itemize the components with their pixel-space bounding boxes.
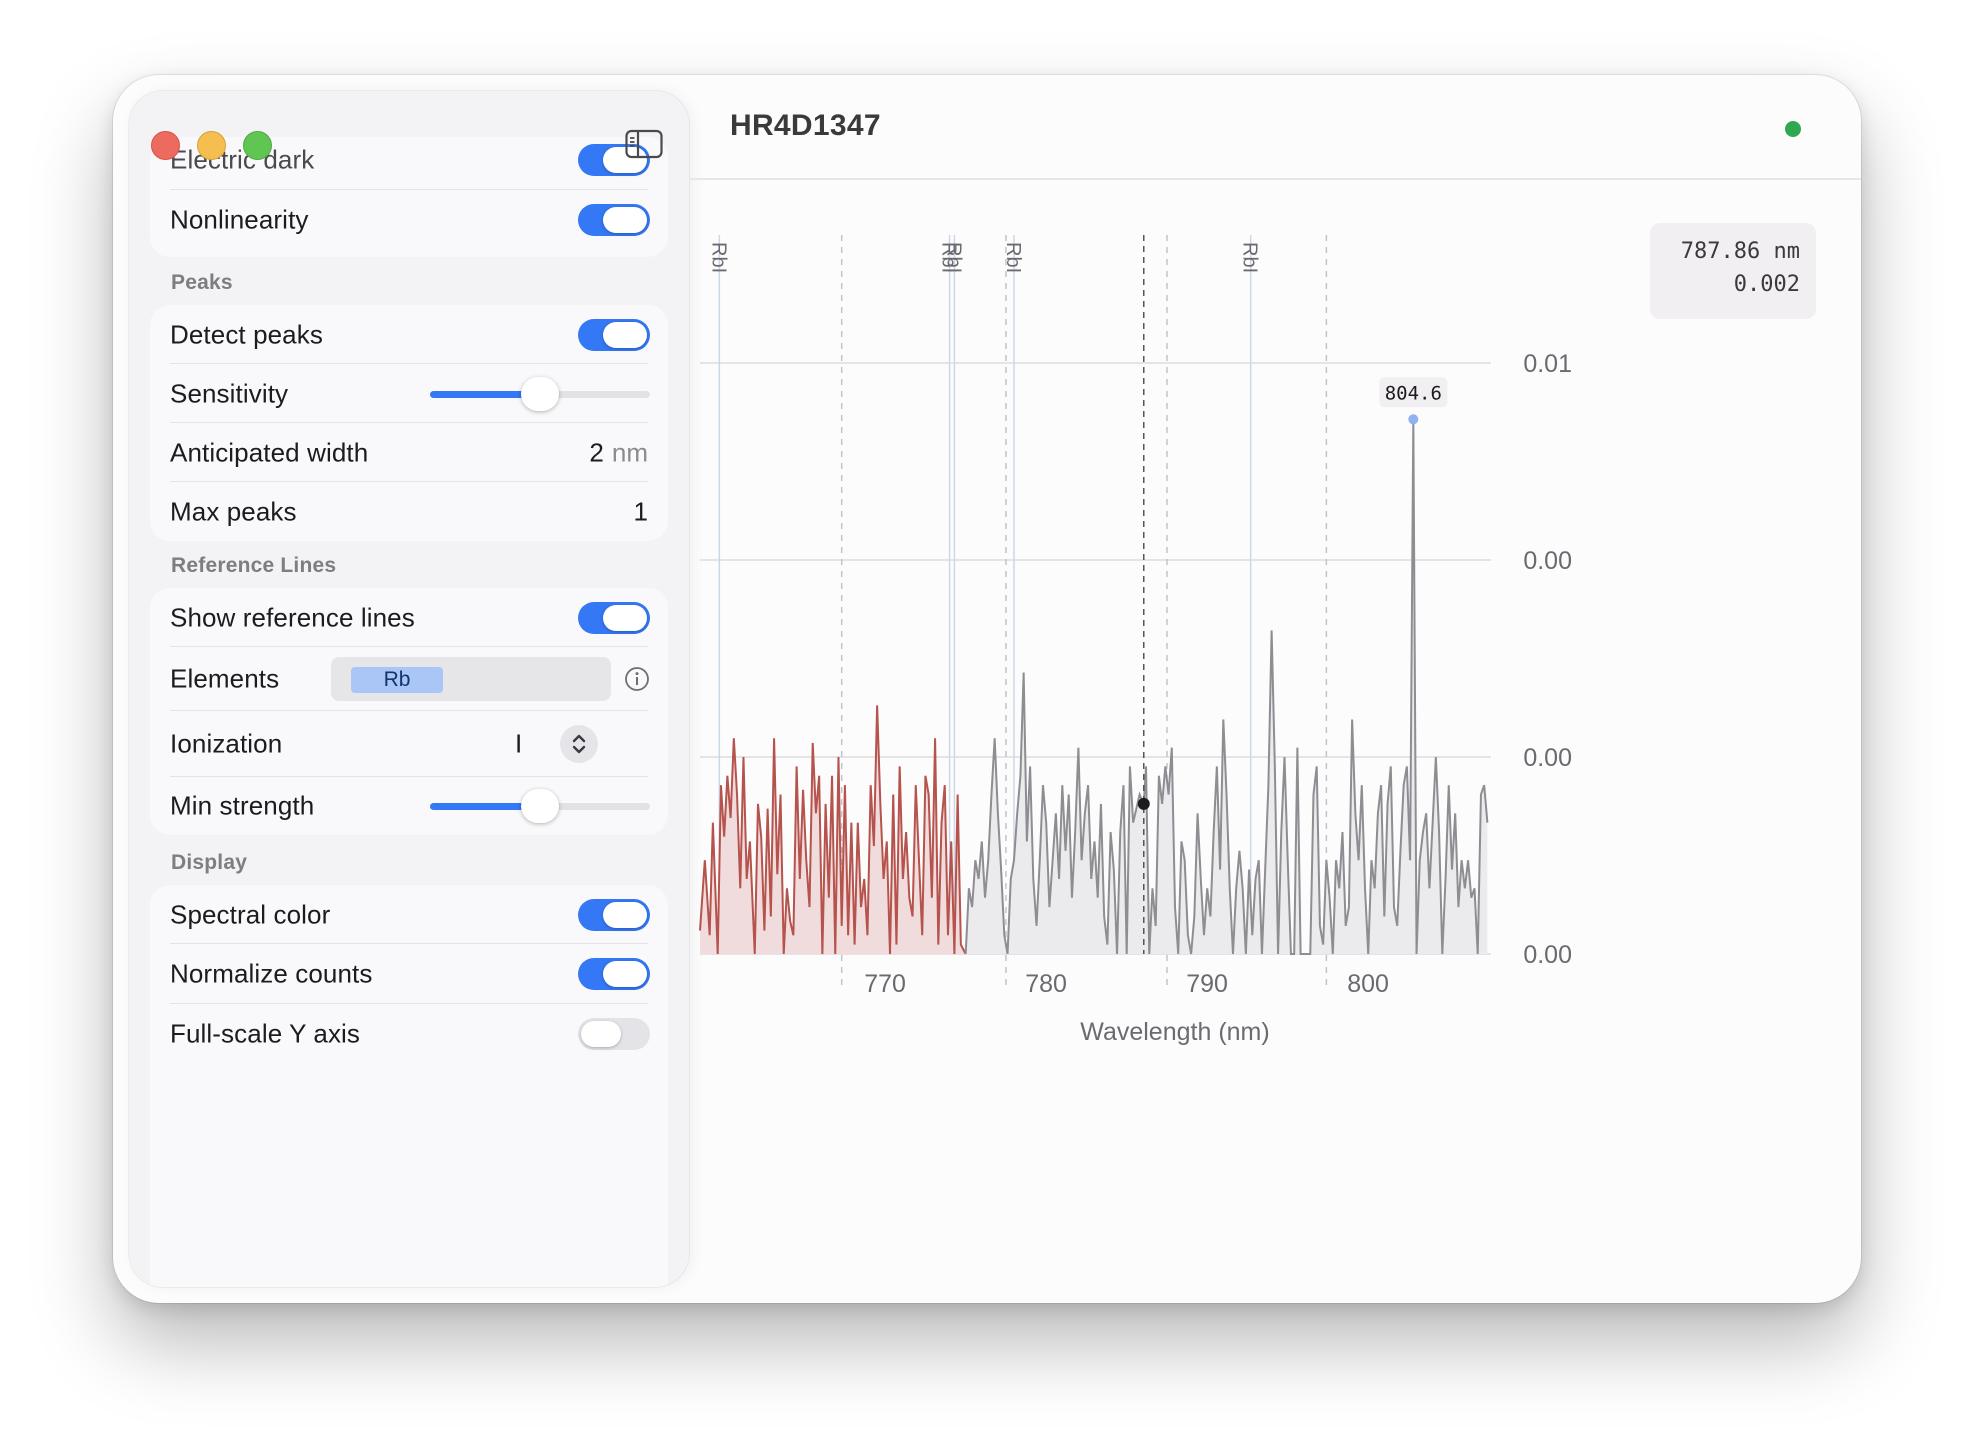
minimize-window-button[interactable]	[197, 131, 226, 160]
min-strength-row: Min strength	[150, 777, 668, 835]
electric-dark-row: Electric dark	[150, 130, 668, 190]
electric-dark-label: Electric dark	[170, 144, 315, 175]
min-strength-label: Min strength	[170, 790, 315, 821]
nonlinearity-label: Nonlinearity	[170, 204, 309, 235]
y-tick-label: 0.01	[1523, 350, 1572, 378]
elements-row: Elements Rb	[150, 647, 668, 711]
x-tick-label: 790	[1186, 970, 1228, 998]
spectral-color-label: Spectral color	[170, 899, 331, 929]
reference-line-label: RbI	[1002, 242, 1024, 273]
ionization-row: Ionization I	[150, 711, 668, 777]
reference-line-label: RbI	[942, 242, 964, 273]
ionization-label: Ionization	[170, 728, 283, 759]
cursor-readout: 787.86 nm 0.002	[1650, 223, 1816, 319]
peak-label: 804.6	[1385, 382, 1442, 404]
chevron-up-down-icon	[572, 734, 586, 754]
x-tick-label: 780	[1025, 970, 1067, 998]
detect-peaks-toggle[interactable]	[578, 318, 650, 351]
sidebar-toggle-icon[interactable]	[625, 129, 663, 159]
y-tick-label: 0.00	[1523, 547, 1572, 575]
sidebar: Electric dark Nonlinearity Peaks Detect …	[129, 91, 689, 1287]
reference-line-label: RbI	[707, 242, 729, 273]
zoom-window-button[interactable]	[243, 131, 272, 160]
spectral-color-row: Spectral color	[150, 885, 668, 944]
full-scale-y-row: Full-scale Y axis	[150, 1004, 668, 1064]
window-title: HR4D1347	[730, 109, 881, 142]
anticipated-width-row: Anticipated width 2 nm	[150, 423, 668, 482]
element-token-rb[interactable]: Rb	[351, 667, 443, 693]
anticipated-width-label: Anticipated width	[170, 437, 369, 467]
y-tick-label: 0.00	[1523, 941, 1572, 969]
sensitivity-row: Sensitivity	[150, 364, 668, 423]
ionization-stepper[interactable]	[560, 725, 598, 763]
normalize-counts-label: Normalize counts	[170, 958, 373, 989]
reference-lines-section-header: Reference Lines	[171, 554, 337, 577]
spectral-color-toggle[interactable]	[578, 898, 650, 931]
cursor-wavelength: 787.86 nm	[1680, 239, 1800, 264]
x-tick-label: 800	[1347, 970, 1389, 998]
close-window-button[interactable]	[151, 131, 180, 160]
spectrum-area	[965, 419, 1488, 954]
reference-line-label: RbI	[1239, 242, 1261, 273]
max-peaks-label: Max peaks	[170, 496, 297, 526]
sensitivity-slider[interactable]	[430, 376, 650, 411]
spectrum-chart[interactable]: 0.00 0.00 0.00 0.01 770 780 790 800 Wavelength (…	[689, 180, 1861, 1303]
reference-lines-group: Show reference lines Elements Rb Ionizat…	[150, 588, 668, 835]
show-reference-lines-label: Show reference lines	[170, 602, 415, 632]
peak-marker	[1408, 414, 1419, 425]
full-scale-y-label: Full-scale Y axis	[170, 1018, 361, 1049]
info-circle-icon[interactable]	[623, 665, 651, 693]
detect-peaks-row: Detect peaks	[150, 305, 668, 364]
ionization-value: I	[515, 728, 523, 759]
elements-label: Elements	[170, 663, 280, 694]
normalize-counts-row: Normalize counts	[150, 944, 668, 1004]
normalize-counts-toggle[interactable]	[578, 958, 650, 990]
sensitivity-label: Sensitivity	[170, 378, 289, 408]
sensitivity-slider-knob[interactable]	[521, 376, 559, 411]
max-peaks-row: Max peaks 1	[150, 482, 668, 541]
peaks-section-header: Peaks	[171, 271, 233, 294]
x-axis-label: Wavelength (nm)	[1080, 1018, 1269, 1046]
show-reference-lines-toggle[interactable]	[578, 601, 650, 634]
calibration-group: Electric dark Nonlinearity	[150, 137, 668, 257]
anticipated-width-unit: nm	[611, 437, 648, 467]
detect-peaks-label: Detect peaks	[170, 319, 323, 349]
cursor-point	[1137, 797, 1150, 810]
app-window: Electric dark Nonlinearity Peaks Detect …	[113, 75, 1861, 1303]
display-group: Spectral color Normalize counts Full-sca…	[150, 885, 668, 1287]
y-tick-label: 0.00	[1523, 744, 1572, 772]
display-section-header: Display	[171, 851, 248, 874]
sidebar-scroll-area[interactable]: Electric dark Nonlinearity Peaks Detect …	[129, 91, 689, 1287]
nonlinearity-toggle[interactable]	[578, 204, 650, 236]
anticipated-width-value[interactable]: 2	[589, 437, 603, 467]
show-reference-lines-row: Show reference lines	[150, 588, 668, 647]
anticipated-width-field[interactable]: 2 nm	[589, 437, 648, 468]
nonlinearity-row: Nonlinearity	[150, 190, 668, 250]
x-tick-label: 770	[864, 970, 906, 998]
min-strength-slider[interactable]	[430, 789, 650, 823]
elements-token-field[interactable]: Rb	[331, 657, 611, 701]
min-strength-slider-knob[interactable]	[521, 789, 559, 823]
max-peaks-value[interactable]: 1	[634, 496, 648, 527]
connection-status-indicator	[1785, 121, 1801, 137]
peaks-group: Detect peaks Sensitivity Anticipated wid…	[150, 305, 668, 541]
full-scale-y-toggle[interactable]	[578, 1018, 650, 1050]
cursor-intensity: 0.002	[1733, 272, 1800, 297]
